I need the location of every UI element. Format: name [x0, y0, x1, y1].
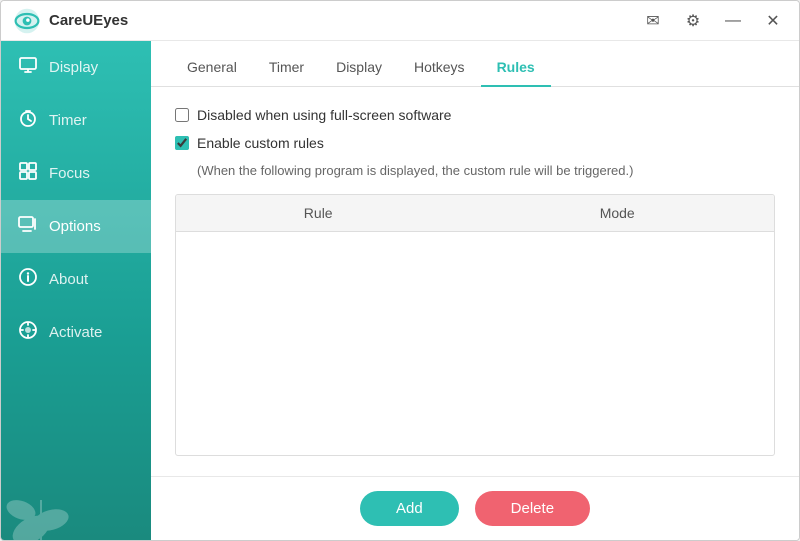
sidebar-item-display[interactable]: Display	[1, 41, 151, 94]
sidebar-item-about[interactable]: About	[1, 253, 151, 306]
title-bar-right: ✉ ⚙ — ✕	[639, 7, 787, 35]
settings-button[interactable]: ⚙	[679, 7, 707, 35]
main-layout: Display Timer	[1, 41, 799, 540]
sidebar-item-options[interactable]: Options	[1, 200, 151, 253]
rules-table: Rule Mode	[176, 195, 774, 232]
disabled-fullscreen-label[interactable]: Disabled when using full-screen software	[197, 107, 451, 123]
hint-text: (When the following program is displayed…	[175, 163, 775, 178]
disabled-fullscreen-row: Disabled when using full-screen software	[175, 107, 775, 123]
title-bar-left: CareUEyes	[13, 7, 639, 35]
bottom-bar: Add Delete	[151, 476, 799, 540]
timer-icon	[17, 108, 39, 133]
column-rule: Rule	[176, 195, 460, 232]
app-logo	[13, 7, 41, 35]
sidebar-label-activate: Activate	[49, 324, 102, 341]
email-button[interactable]: ✉	[639, 7, 667, 35]
tab-rules-content: Disabled when using full-screen software…	[151, 87, 799, 476]
tab-rules[interactable]: Rules	[481, 49, 551, 87]
delete-button[interactable]: Delete	[475, 491, 590, 526]
sidebar-decoration	[1, 440, 151, 540]
enable-custom-label[interactable]: Enable custom rules	[197, 135, 324, 151]
table-header-row: Rule Mode	[176, 195, 774, 232]
tab-general[interactable]: General	[171, 49, 253, 87]
tab-timer[interactable]: Timer	[253, 49, 320, 87]
options-icon	[17, 214, 39, 239]
column-mode: Mode	[460, 195, 774, 232]
minimize-button[interactable]: —	[719, 7, 747, 35]
sidebar-label-options: Options	[49, 218, 101, 235]
tab-hotkeys[interactable]: Hotkeys	[398, 49, 481, 87]
title-bar: CareUEyes ✉ ⚙ — ✕	[1, 1, 799, 41]
tab-display[interactable]: Display	[320, 49, 398, 87]
disabled-fullscreen-checkbox[interactable]	[175, 108, 189, 122]
about-icon	[17, 267, 39, 292]
content-area: General Timer Display Hotkeys Rules	[151, 41, 799, 540]
sidebar-label-focus: Focus	[49, 165, 90, 182]
focus-icon	[17, 161, 39, 186]
tabs: General Timer Display Hotkeys Rules	[151, 41, 799, 87]
sidebar: Display Timer	[1, 41, 151, 540]
settings-icon: ⚙	[686, 11, 700, 31]
sidebar-item-focus[interactable]: Focus	[1, 147, 151, 200]
app-window: CareUEyes ✉ ⚙ — ✕	[0, 0, 800, 541]
email-icon: ✉	[646, 11, 659, 31]
minimize-icon: —	[725, 12, 741, 30]
sidebar-label-about: About	[49, 271, 88, 288]
close-button[interactable]: ✕	[759, 7, 787, 35]
sidebar-item-activate[interactable]: Activate	[1, 306, 151, 359]
sidebar-label-display: Display	[49, 59, 98, 76]
app-title: CareUEyes	[49, 12, 128, 29]
close-icon: ✕	[766, 11, 779, 31]
add-button[interactable]: Add	[360, 491, 459, 526]
enable-custom-checkbox[interactable]	[175, 136, 189, 150]
display-icon	[17, 55, 39, 80]
activate-icon	[17, 320, 39, 345]
enable-custom-row: Enable custom rules	[175, 135, 775, 151]
sidebar-item-timer[interactable]: Timer	[1, 94, 151, 147]
sidebar-label-timer: Timer	[49, 112, 87, 129]
rules-table-container: Rule Mode	[175, 194, 775, 456]
